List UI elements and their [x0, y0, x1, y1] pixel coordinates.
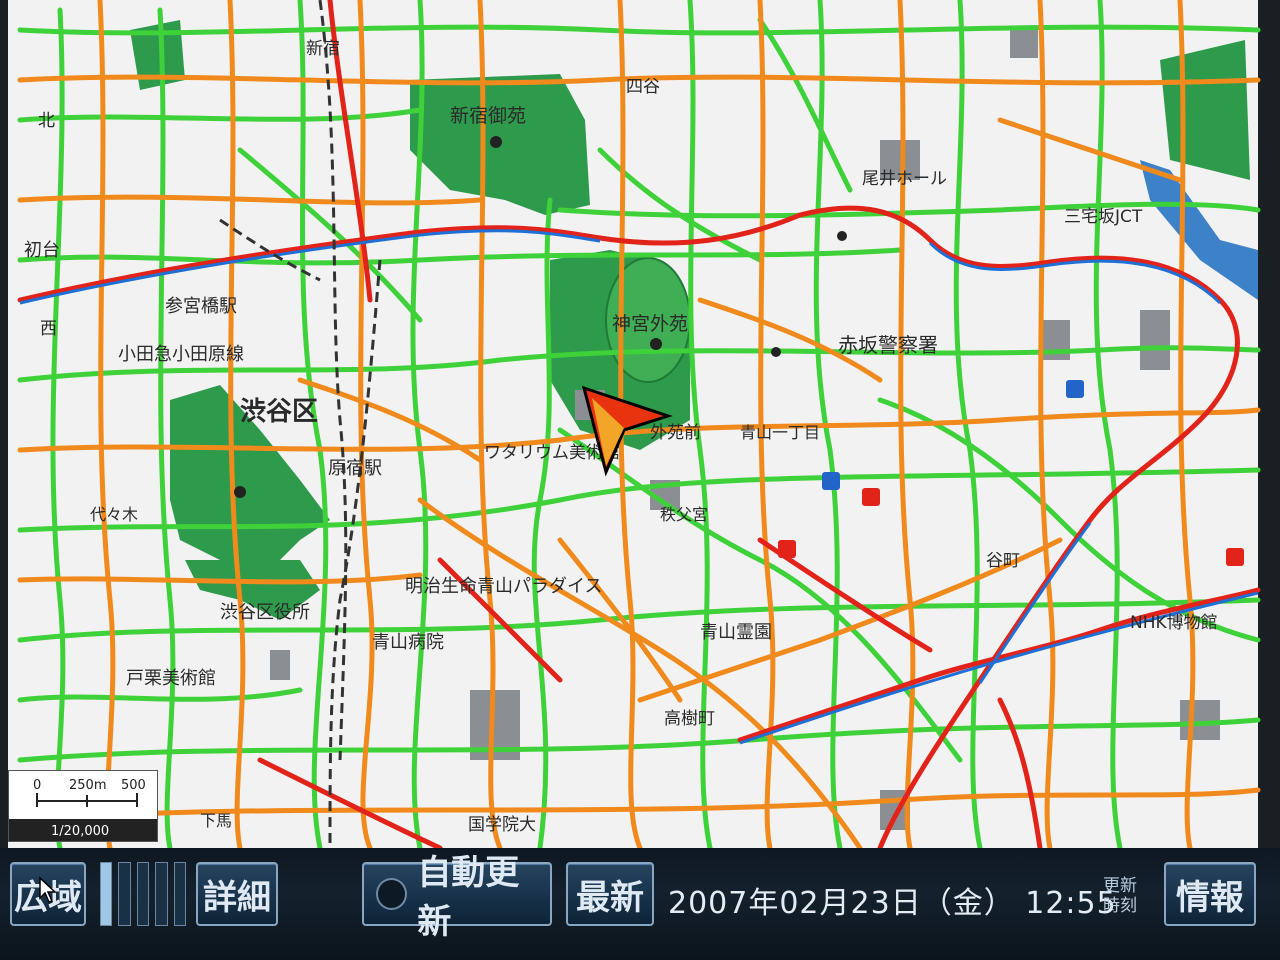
zoom-step[interactable]: [173, 862, 187, 926]
scale-tick: 500: [121, 778, 146, 793]
label-nhk-museum: NHK博物館: [1130, 613, 1218, 633]
label-gaien-mae: 外苑前: [650, 423, 701, 443]
update-datetime: 2007年02月23日（金） 12:55: [668, 886, 1117, 921]
hospital-icon: [822, 472, 840, 490]
scale-tick: 0: [33, 778, 41, 793]
hotel-icon: [1066, 380, 1084, 398]
mouse-pointer-icon: [39, 876, 57, 903]
label-hatsudai: 初台: [24, 240, 60, 261]
navigation-screen: 新宿御苑 神宮外苑 赤坂警察署 参宮橋駅 小田急小田原線 渋谷区 原宿駅 ワタリ…: [0, 0, 1280, 960]
auto-update-label: 自動更新: [417, 853, 520, 942]
label-kita: 北: [38, 111, 55, 131]
label-tanimachi: 谷町: [986, 551, 1020, 571]
label-sangubashi: 参宮橋駅: [165, 296, 237, 317]
shop-icon: [778, 540, 796, 558]
auto-update-button[interactable]: 自動更新: [362, 853, 552, 942]
label-kioi: 尾井ホール: [862, 169, 947, 189]
zoom-step[interactable]: [118, 862, 131, 926]
label-yoyogi: 代々木: [90, 505, 138, 524]
scale-ratio: 1/20,000: [51, 824, 109, 839]
detail-button[interactable]: 詳細: [196, 862, 278, 926]
label-shinjuku: 新宿: [306, 39, 340, 59]
zoom-step[interactable]: [136, 862, 150, 926]
label-aoyama-cemetery: 青山霊園: [700, 622, 772, 643]
label-takagi: 高樹町: [664, 709, 715, 729]
park-icon: [490, 136, 502, 148]
zoom-step[interactable]: [100, 862, 113, 926]
update-time-label: 更新時刻: [1103, 876, 1137, 916]
label-meiji-seimei: 明治生命青山パラダイス: [405, 576, 602, 597]
control-bar: 広域 詳細 自動更新 最新 2007年02月23日（金） 12:55 更新時刻 …: [0, 848, 1280, 960]
detail-label: 詳細: [203, 877, 271, 918]
traffic-map[interactable]: 新宿御苑 神宮外苑 赤坂警察署 参宮橋駅 小田急小田原線 渋谷区 原宿駅 ワタリ…: [0, 0, 1280, 848]
label-shibuya-office: 渋谷区役所: [220, 602, 310, 623]
label-aoyama-itchome: 青山一丁目: [740, 423, 820, 442]
latest-label: 最新: [576, 877, 644, 918]
label-akasaka-police: 赤坂警察署: [838, 333, 938, 357]
label-togakushi-museum: 戸栗美術館: [126, 668, 216, 689]
label-nishi: 西: [40, 319, 57, 339]
radio-indicator-icon: [376, 878, 408, 910]
police-icon: [771, 347, 781, 357]
label-jingu-gaien: 神宮外苑: [612, 313, 688, 335]
info-label: 情報: [1176, 877, 1244, 918]
label-odakyu: 小田急小田原線: [118, 344, 244, 365]
shop-icon: [1226, 548, 1244, 566]
police-icon: [837, 231, 847, 241]
park-icon: [650, 338, 662, 350]
shop-icon: [862, 488, 880, 506]
label-harajuku: 原宿駅: [328, 458, 382, 479]
latest-button[interactable]: 最新: [566, 862, 654, 926]
map-scale: 0 250m 500 1/20,000: [8, 770, 158, 842]
label-miyake: 三宅坂JCT: [1064, 207, 1143, 227]
label-aoyama-hospital: 青山病院: [372, 632, 444, 653]
label-yotsuya: 四谷: [626, 77, 660, 97]
label-chichibu: 秩父宮: [660, 505, 708, 524]
label-shinjuku-gyoen: 新宿御苑: [450, 105, 526, 127]
label-kokugakuin: 国学院大: [468, 815, 536, 835]
info-button[interactable]: 情報: [1164, 862, 1256, 926]
park-icon: [234, 486, 246, 498]
label-district: 渋谷区: [240, 397, 318, 427]
label-setagaya: 下馬: [200, 811, 232, 830]
scale-tick: 250m: [69, 778, 106, 793]
zoom-step[interactable]: [155, 862, 168, 926]
scale-bar: 0 250m 500 1/20,000: [9, 778, 157, 841]
zoom-level-indicator[interactable]: [100, 862, 187, 926]
